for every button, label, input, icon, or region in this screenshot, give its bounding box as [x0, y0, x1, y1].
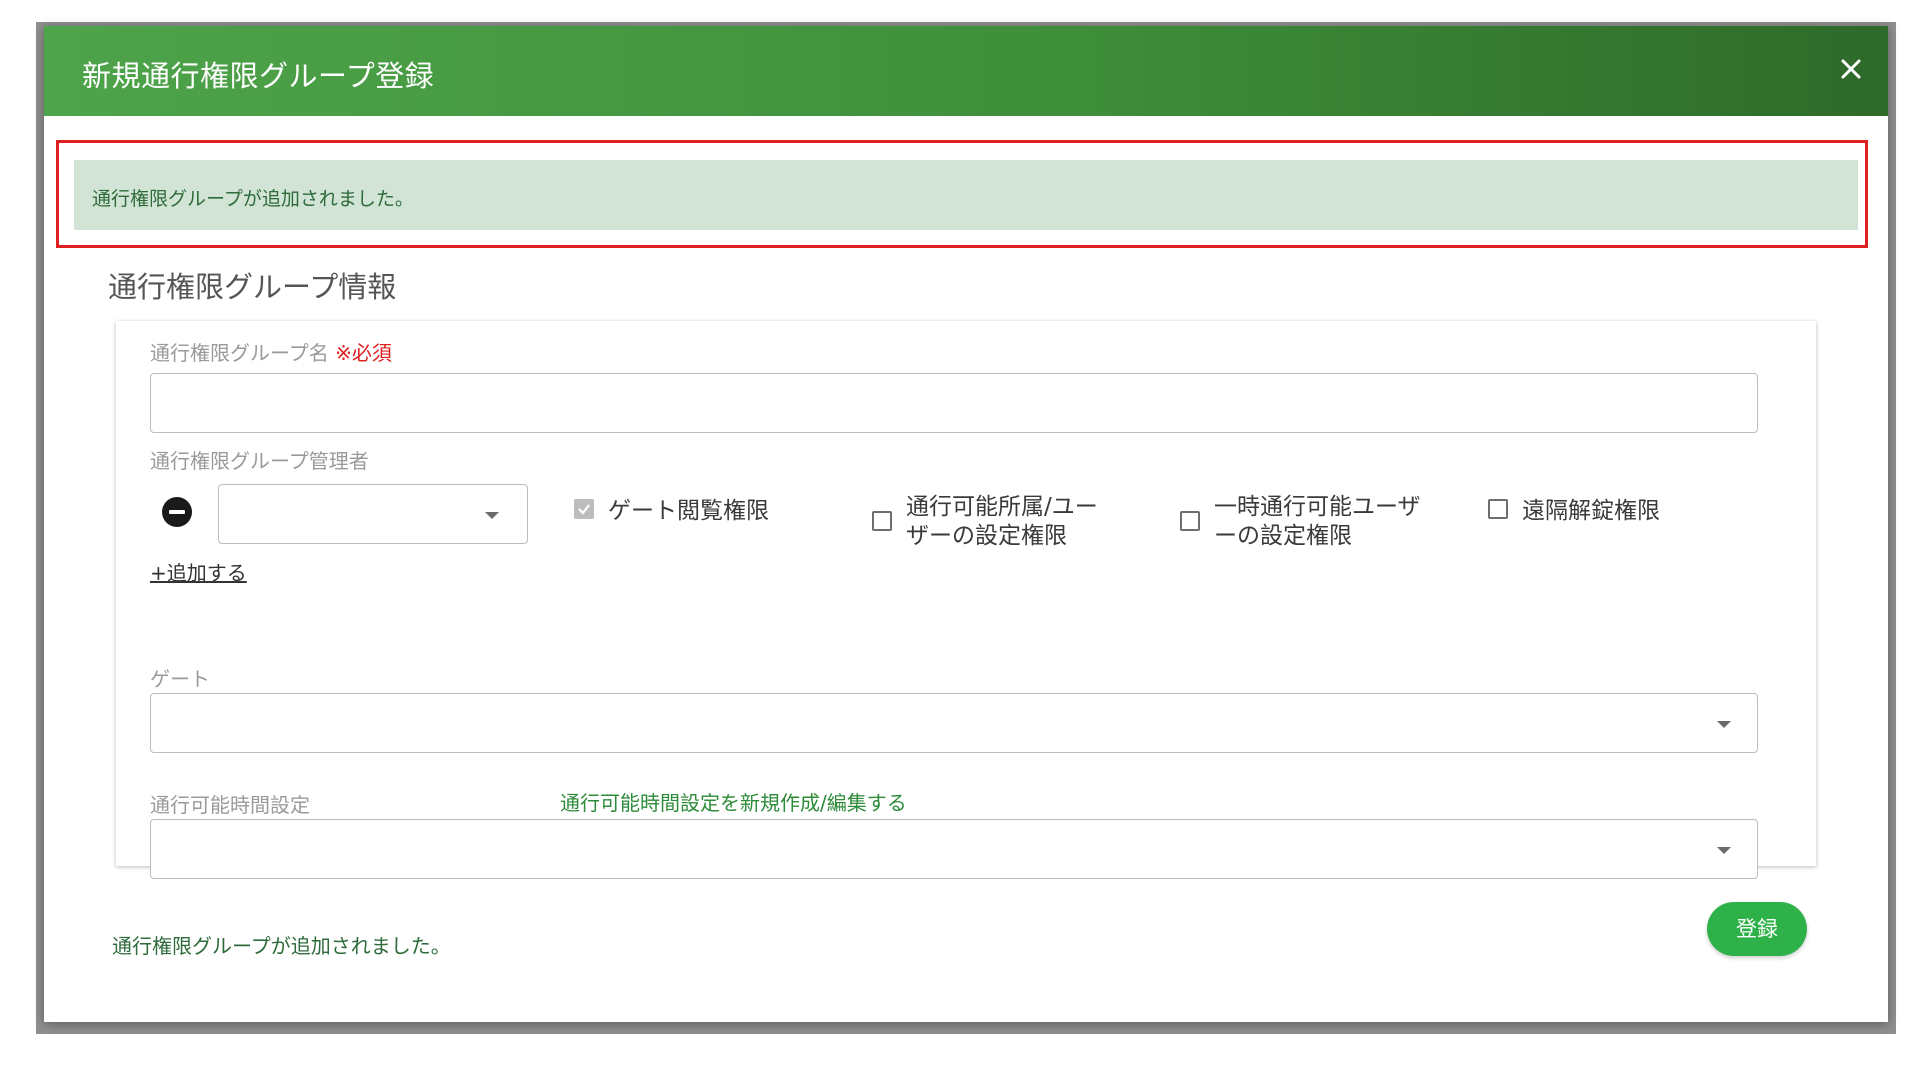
gate-view-permission-checkbox[interactable]	[574, 499, 594, 519]
gate-view-permission-label: ゲート閲覧権限	[608, 498, 769, 524]
temp-user-permission-line2: ーの設定権限	[1214, 523, 1352, 549]
group-name-label-text: 通行権限グループ名	[150, 341, 329, 365]
time-setting-edit-link[interactable]: 通行可能時間設定を新規作成/編集する	[560, 787, 907, 816]
required-mark: ※必須	[335, 341, 392, 365]
caret-down-icon	[485, 512, 499, 519]
temp-user-permission-checkbox[interactable]	[1180, 511, 1200, 531]
footer-status-message: 通行権限グループが追加されました。	[112, 934, 451, 958]
affiliation-user-permission-label: 通行可能所属/ユー ザーの設定権限	[906, 493, 1098, 551]
affiliation-user-permission-checkbox[interactable]	[872, 511, 892, 531]
admin-label: 通行権限グループ管理者	[150, 449, 369, 473]
modal-title: 新規通行権限グループ登録	[82, 59, 435, 93]
remote-unlock-permission-checkbox[interactable]	[1488, 499, 1508, 519]
temp-user-permission-label: 一時通行可能ユーザ ーの設定権限	[1214, 493, 1421, 551]
form-card: 通行権限グループ名 ※必須 通行権限グループ管理者 ゲート閲覧権限 通行可能所属…	[116, 321, 1816, 879]
affiliation-user-permission-line1: 通行可能所属/ユー	[906, 494, 1098, 520]
check-icon	[578, 504, 590, 515]
modal-header: 新規通行権限グループ登録	[44, 26, 1888, 116]
affiliation-user-permission-line2: ザーの設定権限	[906, 523, 1067, 549]
time-setting-label: 通行可能時間設定	[150, 793, 310, 817]
temp-user-permission-line1: 一時通行可能ユーザ	[1214, 494, 1421, 520]
group-name-input[interactable]	[150, 373, 1758, 433]
register-access-group-modal: 新規通行権限グループ登録 通行権限グループが追加されました。 通行権限グループ情…	[44, 26, 1888, 1022]
admin-select[interactable]	[218, 484, 528, 544]
minus-circle-icon[interactable]	[162, 497, 192, 527]
time-setting-select[interactable]	[150, 819, 1758, 879]
gate-select[interactable]	[150, 693, 1758, 753]
group-name-label: 通行権限グループ名 ※必須	[150, 337, 392, 366]
close-icon	[1841, 59, 1861, 79]
alert-highlight-frame	[56, 140, 1868, 248]
gate-label: ゲート	[150, 667, 210, 691]
close-button[interactable]	[1834, 52, 1868, 86]
register-button[interactable]: 登録	[1707, 902, 1807, 956]
add-admin-link[interactable]: +追加する	[150, 557, 247, 586]
caret-down-icon	[1717, 847, 1731, 854]
caret-down-icon	[1717, 721, 1731, 728]
remote-unlock-permission-label: 遠隔解錠権限	[1522, 498, 1660, 524]
section-title: 通行権限グループ情報	[108, 270, 397, 304]
